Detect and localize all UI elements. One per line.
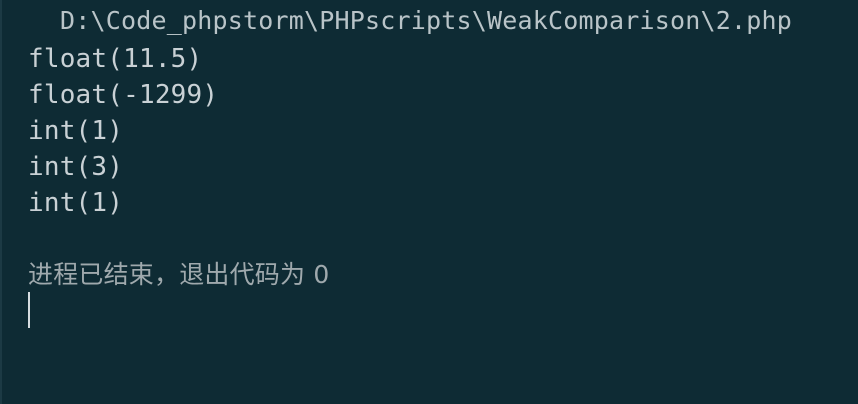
output-line: int(3) (28, 152, 124, 182)
process-exit-message: 进程已结束，退出代码为 0 (28, 260, 330, 289)
output-line: float(11.5) (28, 44, 203, 74)
run-console[interactable]: D:\Code_phpstorm\PHPscripts\WeakComparis… (0, 0, 858, 404)
output-line: int(1) (28, 116, 124, 146)
script-path-line: D:\Code_phpstorm\PHPscripts\WeakComparis… (60, 6, 793, 35)
output-line: int(1) (28, 188, 124, 218)
text-cursor[interactable] (28, 292, 30, 328)
output-line: float(-1299) (28, 80, 219, 110)
